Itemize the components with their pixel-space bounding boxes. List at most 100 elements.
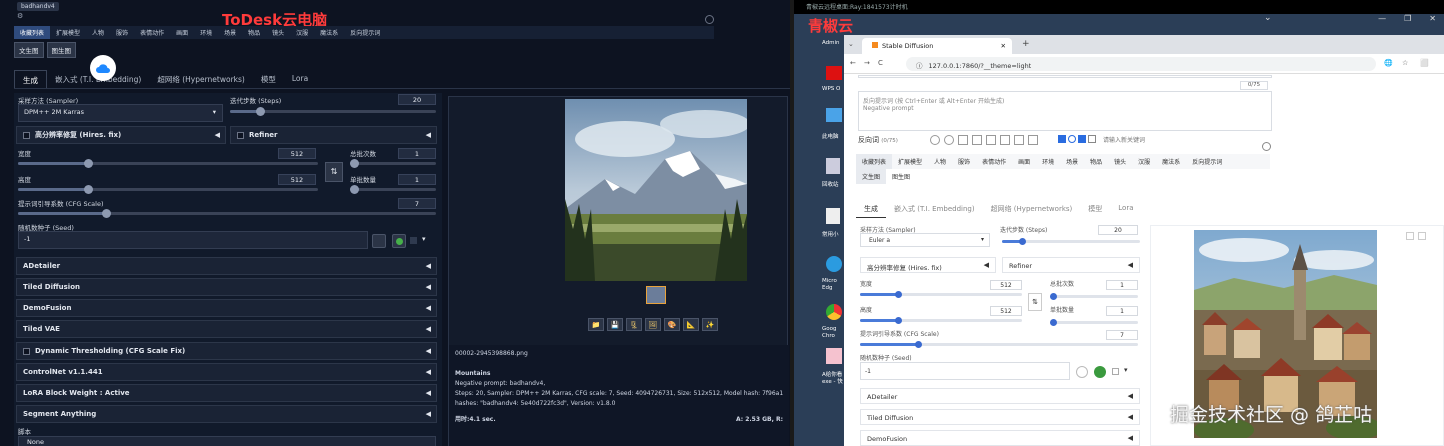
steps-slider[interactable] bbox=[1002, 238, 1140, 245]
tab-favorites[interactable]: 收藏列表 bbox=[856, 154, 893, 169]
tab-hypernetworks[interactable]: 超网络 (Hypernetworks) bbox=[983, 201, 1081, 218]
collapse-icon[interactable] bbox=[705, 15, 714, 24]
tab-embedding[interactable]: 嵌入式 (T.I. Embedding) bbox=[886, 201, 983, 218]
tab-setting[interactable]: 场景 bbox=[218, 26, 242, 39]
gear-icon[interactable]: ⚙ bbox=[17, 12, 23, 20]
send-to-inpaint-icon[interactable]: 🎨 bbox=[664, 318, 680, 331]
steps-input[interactable]: 20 bbox=[1098, 225, 1138, 235]
desktop-icon-tools[interactable]: 常用小 bbox=[822, 232, 846, 239]
refiner-checkbox[interactable] bbox=[237, 131, 244, 139]
tab-clothing[interactable]: 服饰 bbox=[110, 26, 134, 39]
close-icon[interactable]: ✕ bbox=[1429, 14, 1436, 23]
height-input[interactable]: 512 bbox=[278, 174, 316, 185]
negative-prompt-input[interactable]: 反向提示词 (按 Ctrl+Enter 或 Alt+Enter 开始生成) Ne… bbox=[858, 91, 1272, 131]
settings-icon[interactable] bbox=[944, 135, 954, 145]
extra-seed-checkbox[interactable] bbox=[410, 237, 417, 244]
wps-icon[interactable] bbox=[826, 66, 842, 80]
tab-environment[interactable]: 环境 bbox=[194, 26, 218, 39]
reload-icon[interactable]: C bbox=[878, 59, 883, 67]
accordion-adetailer[interactable]: ADetailer ◀ bbox=[860, 388, 1140, 404]
keyword-input[interactable]: 请输入新关键词 bbox=[1100, 134, 1260, 145]
batch-count-input[interactable]: 1 bbox=[1106, 280, 1138, 290]
collapse-icon[interactable] bbox=[1262, 142, 1271, 151]
gallery-close-icon[interactable] bbox=[1418, 232, 1426, 240]
cfg-input[interactable]: 7 bbox=[398, 198, 436, 209]
gallery-zoom-icon[interactable] bbox=[1406, 232, 1414, 240]
refiner-toggle[interactable]: Refiner ◀ bbox=[1002, 257, 1140, 273]
subtab-img2img[interactable]: 图生图 bbox=[886, 169, 916, 184]
width-input[interactable]: 512 bbox=[278, 148, 316, 159]
width-slider[interactable] bbox=[860, 291, 1022, 298]
accordion-controlnet[interactable]: ControlNet v1.1.441 ◀ bbox=[16, 363, 437, 381]
script-select[interactable]: None bbox=[18, 436, 436, 446]
tab-negative[interactable]: 反向提示词 bbox=[1186, 154, 1228, 169]
tab-scene-view[interactable]: 画面 bbox=[170, 26, 194, 39]
sampler-select[interactable]: DPM++ 2M Karras ▾ bbox=[18, 104, 223, 122]
desktop-icon-wps[interactable]: WPS O bbox=[822, 86, 846, 93]
app-icon[interactable] bbox=[826, 348, 842, 364]
swap-dimensions-button[interactable]: ⇅ bbox=[325, 162, 343, 182]
tab-magic[interactable]: 魔法系 bbox=[1156, 154, 1186, 169]
dice-icon[interactable] bbox=[1076, 366, 1088, 378]
tab-camera[interactable]: 镜头 bbox=[1108, 154, 1132, 169]
desktop-icon-admin[interactable]: Admin bbox=[822, 40, 846, 47]
clock-icon[interactable] bbox=[1068, 135, 1076, 143]
new-tab-button[interactable]: + bbox=[1022, 39, 1030, 49]
tab-environment[interactable]: 环境 bbox=[1036, 154, 1060, 169]
url-input[interactable]: ⓘ 127.0.0.1:7860/?__theme=light bbox=[906, 57, 1376, 71]
lock-icon[interactable] bbox=[1014, 135, 1024, 145]
tab-hanfu[interactable]: 汉服 bbox=[290, 26, 314, 39]
extra-seed-checkbox[interactable] bbox=[1112, 368, 1119, 375]
prompt-token-badge[interactable]: badhandv4 bbox=[17, 2, 59, 11]
back-icon[interactable]: ← bbox=[850, 59, 856, 67]
sampler-select[interactable]: Euler a ▾ bbox=[860, 233, 990, 247]
folder-icon[interactable]: 📁 bbox=[588, 318, 604, 331]
accordion-demofusion[interactable]: DemoFusion ◀ bbox=[860, 430, 1140, 446]
tab-hypernetworks[interactable]: 超网络 (Hypernetworks) bbox=[149, 70, 253, 88]
save-icon[interactable]: 💾 bbox=[607, 318, 623, 331]
tab-generate[interactable]: 生成 bbox=[856, 201, 886, 218]
desktop-icon-app[interactable]: A给你看exe - 快 bbox=[822, 372, 846, 386]
toggle-checkbox[interactable] bbox=[1078, 135, 1086, 143]
refiner-toggle[interactable]: Refiner ◀ bbox=[230, 126, 437, 144]
thumbnail-image[interactable] bbox=[646, 286, 666, 304]
tab-expressions[interactable]: 表情动作 bbox=[134, 26, 170, 39]
extra-seed-dropdown-icon[interactable]: ▾ bbox=[422, 235, 426, 243]
seed-input[interactable]: -1 bbox=[860, 362, 1070, 380]
accordion-tiled-diffusion[interactable]: Tiled Diffusion ◀ bbox=[860, 409, 1140, 425]
height-input[interactable]: 512 bbox=[990, 306, 1022, 316]
translate-icon[interactable]: 🌐 bbox=[1384, 59, 1393, 67]
subtab-txt2img[interactable]: 文生图 bbox=[14, 42, 44, 58]
toggle-checkbox[interactable] bbox=[1058, 135, 1066, 143]
batch-size-input[interactable]: 1 bbox=[398, 174, 436, 185]
tab-clothing[interactable]: 服饰 bbox=[952, 154, 976, 169]
recycle-icon[interactable] bbox=[1094, 366, 1106, 378]
cloud-icon[interactable] bbox=[90, 55, 116, 81]
dice-icon[interactable] bbox=[372, 234, 386, 248]
desktop-icon-recycle[interactable]: 回收站 bbox=[822, 182, 846, 189]
height-slider[interactable] bbox=[860, 317, 1022, 324]
cfg-slider[interactable] bbox=[860, 341, 1138, 348]
dynamic-thresholding-checkbox[interactable] bbox=[23, 347, 30, 355]
tab-favorites[interactable]: 收藏列表 bbox=[14, 26, 51, 39]
recycle-icon[interactable] bbox=[392, 234, 406, 248]
tab-expressions[interactable]: 表情动作 bbox=[976, 154, 1012, 169]
subtab-txt2img[interactable]: 文生图 bbox=[856, 169, 887, 184]
tab-hanfu[interactable]: 汉服 bbox=[1132, 154, 1156, 169]
accordion-lora-block-weight[interactable]: LoRA Block Weight : Active ◀ bbox=[16, 384, 437, 402]
paste-icon[interactable] bbox=[972, 135, 982, 145]
seed-input[interactable]: -1 bbox=[18, 231, 368, 249]
minimize-icon[interactable]: — bbox=[1378, 14, 1386, 23]
height-slider[interactable] bbox=[18, 185, 318, 194]
tab-close-icon[interactable]: ✕ bbox=[1001, 42, 1006, 50]
file-icon[interactable] bbox=[826, 208, 840, 224]
tab-magic[interactable]: 魔法系 bbox=[314, 26, 344, 39]
bookmark-star-icon[interactable]: ☆ bbox=[1402, 59, 1408, 67]
desktop-icon-computer[interactable]: 此电脑 bbox=[822, 134, 846, 141]
tab-lora[interactable]: Lora bbox=[284, 70, 316, 88]
hires-fix-toggle[interactable]: 高分辨率修复 (Hires. fix) ◀ bbox=[16, 126, 226, 144]
steps-slider[interactable] bbox=[230, 107, 436, 116]
subtab-img2img[interactable]: 图生图 bbox=[46, 42, 76, 58]
computer-icon[interactable] bbox=[826, 108, 842, 122]
batch-size-slider[interactable] bbox=[1050, 319, 1138, 326]
